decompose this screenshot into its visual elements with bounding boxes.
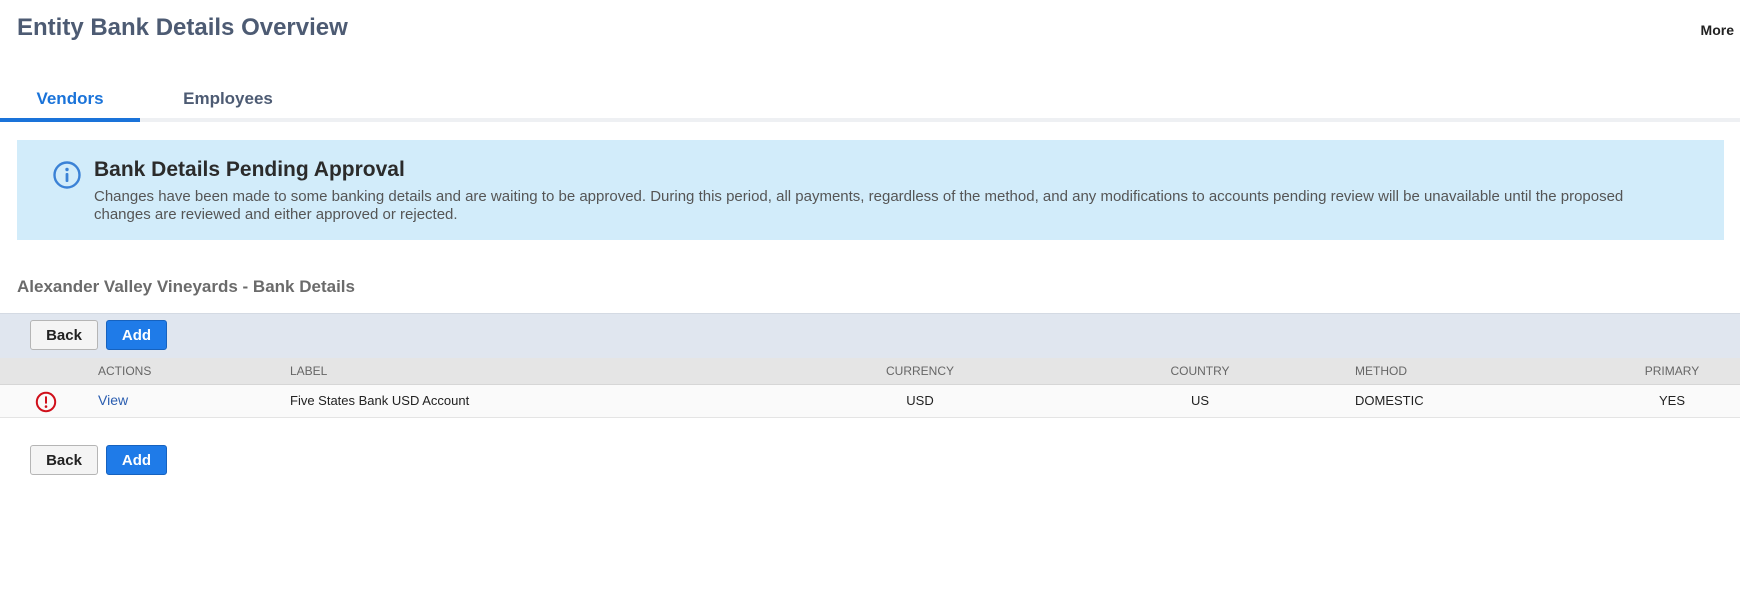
tab-vendors[interactable]: Vendors [0,88,140,118]
section-title: Alexander Valley Vineyards - Bank Detail… [17,277,355,296]
top-toolbar: Back Add [0,313,1740,358]
page: Entity Bank Details Overview More Vendor… [0,0,1740,614]
table-row: View Five States Bank USD Account USD US… [0,385,1740,418]
cell-country: US [1190,393,1210,408]
column-header-country: COUNTRY [1170,364,1230,378]
tab-bar: Vendors Employees [0,82,1740,122]
active-tab-indicator [0,118,140,122]
pending-approval-banner: Bank Details Pending Approval Changes ha… [17,140,1724,240]
column-header-actions: ACTIONS [98,364,152,378]
info-icon [53,161,81,189]
back-button-bottom[interactable]: Back [30,445,98,475]
back-button[interactable]: Back [30,320,98,350]
column-header-method: METHOD [1355,364,1407,378]
bank-details-table: ACTIONS LABEL CURRENCY COUNTRY METHOD PR… [0,358,1740,418]
add-button[interactable]: Add [106,320,167,350]
cell-primary: YES [1658,393,1685,408]
table-header: ACTIONS LABEL CURRENCY COUNTRY METHOD PR… [0,358,1740,385]
column-header-currency: CURRENCY [885,364,954,378]
cell-currency: USD [906,393,934,408]
column-header-primary: PRIMARY [1644,364,1700,378]
column-header-label: LABEL [290,364,328,378]
page-title: Entity Bank Details Overview [17,14,348,41]
view-link[interactable]: View [98,392,128,408]
more-menu-button[interactable]: More [1701,22,1734,38]
tab-employees[interactable]: Employees [160,88,296,118]
cell-method: DOMESTIC [1355,393,1424,408]
banner-title: Bank Details Pending Approval [94,158,405,181]
banner-message: Changes have been made to some banking d… [94,188,1624,223]
add-button-bottom[interactable]: Add [106,445,167,475]
cell-label: Five States Bank USD Account [290,393,470,408]
warning-icon [35,391,57,413]
